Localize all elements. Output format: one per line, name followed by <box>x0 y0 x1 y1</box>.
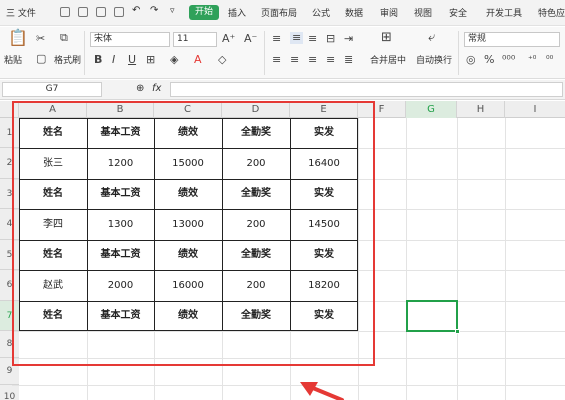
menu-bar: 三 文件 ↶ ↷ ▿ 开始 插入 页面布局 公式 数据 审阅 视图 安全 开发工… <box>0 0 565 26</box>
indent-icon[interactable]: ⇥ <box>344 33 353 45</box>
thousands-icon[interactable]: ⁰⁰⁰ <box>502 54 515 66</box>
tab-formula[interactable]: 公式 <box>312 6 330 19</box>
tab-data[interactable]: 数据 <box>345 6 363 19</box>
wrap-text-icon[interactable]: ⤶ <box>428 31 435 44</box>
merge-center-button[interactable]: 合并居中 <box>370 53 406 66</box>
gridline <box>12 385 565 386</box>
print-preview-icon[interactable] <box>96 7 106 17</box>
cut-icon[interactable]: ✂ <box>36 33 45 45</box>
active-cell-selection[interactable] <box>406 300 458 332</box>
tab-special[interactable]: 特色应 <box>538 6 565 19</box>
name-box[interactable]: G7 <box>2 82 102 97</box>
font-color-icon[interactable]: A <box>194 54 202 66</box>
ribbon-toolbar: 📋 粘贴 ✂ ⧉ ▢ 格式刷 宋体 11 A⁺ A⁻ B I U ⊞ ◈ A ◇… <box>0 27 565 79</box>
currency-icon[interactable]: ◎ <box>466 54 476 66</box>
print-icon[interactable] <box>78 7 88 17</box>
align-left-icon[interactable]: ≡ <box>272 54 281 66</box>
font-name-select[interactable]: 宋体 <box>90 32 170 47</box>
save-icon[interactable] <box>60 7 70 17</box>
justify-icon[interactable]: ≡ <box>326 54 335 66</box>
percent-icon[interactable]: % <box>484 54 494 66</box>
tab-start[interactable]: 开始 <box>189 5 219 20</box>
italic-icon[interactable]: I <box>112 54 115 66</box>
tab-page-layout[interactable]: 页面布局 <box>261 6 297 19</box>
column-header[interactable]: I <box>505 101 565 118</box>
increase-decimal-icon[interactable]: ⁺⁰ <box>528 54 536 66</box>
align-right-icon[interactable]: ≡ <box>308 54 317 66</box>
wrap-text-button[interactable]: 自动换行 <box>416 53 452 66</box>
align-middle-icon[interactable]: ≡ <box>290 32 304 44</box>
align-top-icon[interactable]: ≡ <box>272 33 281 45</box>
formula-input[interactable] <box>170 82 563 97</box>
fx-icon[interactable]: fx <box>152 83 161 94</box>
column-header[interactable]: H <box>457 101 505 118</box>
orientation-icon[interactable]: ⊟ <box>326 33 335 45</box>
font-size-select[interactable]: 11 <box>173 32 217 47</box>
borders-icon[interactable]: ⊞ <box>146 54 155 66</box>
distribute-icon[interactable]: ≣ <box>344 54 353 66</box>
format-painter-button[interactable]: 格式刷 <box>54 53 81 66</box>
paste-icon[interactable]: 📋 <box>8 30 28 46</box>
divider <box>264 31 265 75</box>
align-center-icon[interactable]: ≡ <box>290 54 299 66</box>
clear-icon[interactable]: ◇ <box>218 54 226 66</box>
underline-icon[interactable]: U <box>128 54 136 66</box>
increase-font-icon[interactable]: A⁺ <box>222 33 235 45</box>
fill-handle[interactable] <box>455 329 460 334</box>
copy-small-icon[interactable]: ▢ <box>36 53 46 65</box>
customize-icon[interactable]: ▿ <box>170 6 175 16</box>
copy-icon[interactable]: ⧉ <box>60 32 68 44</box>
zoom-formula-icon[interactable]: ⊕ <box>136 83 144 94</box>
decrease-font-icon[interactable]: A⁻ <box>244 33 257 45</box>
merge-center-icon[interactable]: ⊞ <box>381 31 392 44</box>
export-icon[interactable] <box>114 7 124 17</box>
tab-view[interactable]: 视图 <box>414 6 432 19</box>
tab-security[interactable]: 安全 <box>449 6 467 19</box>
divider <box>458 31 459 75</box>
undo-icon[interactable]: ↶ <box>132 5 140 16</box>
formula-bar: G7 ⊕ fx <box>0 80 565 100</box>
number-format-select[interactable]: 常规 <box>464 32 560 47</box>
arrow-annotation <box>300 382 344 400</box>
column-header-selected[interactable]: G <box>406 101 457 118</box>
paste-button[interactable]: 粘贴 <box>4 53 22 66</box>
redo-icon[interactable]: ↷ <box>150 5 158 16</box>
row-header[interactable]: 10 <box>0 385 19 400</box>
align-bottom-icon[interactable]: ≡ <box>308 33 317 45</box>
bold-icon[interactable]: B <box>94 54 102 66</box>
tab-review[interactable]: 审阅 <box>380 6 398 19</box>
decrease-decimal-icon[interactable]: ⁰⁰ <box>546 54 553 66</box>
highlight-box <box>12 101 375 366</box>
tab-insert[interactable]: 插入 <box>228 6 246 19</box>
fill-color-icon[interactable]: ◈ <box>170 54 178 66</box>
tab-developer[interactable]: 开发工具 <box>486 6 522 19</box>
divider <box>84 31 85 75</box>
file-menu[interactable]: 三 文件 <box>6 6 36 19</box>
